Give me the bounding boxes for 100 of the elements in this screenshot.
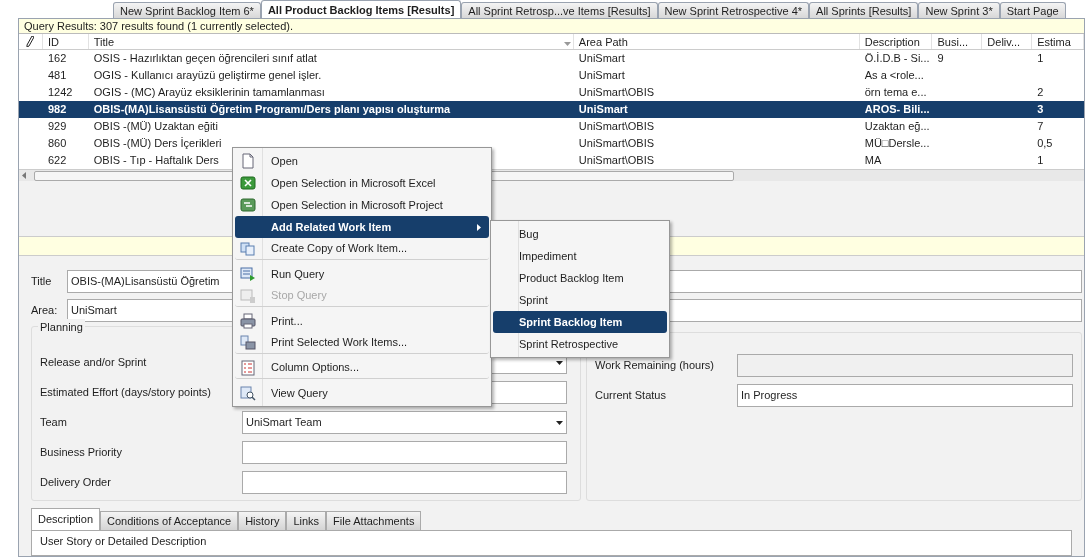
input-field[interactable] <box>242 471 567 494</box>
document-tab[interactable]: Start Page <box>999 2 1066 18</box>
table-cell[interactable]: UniSmart <box>578 52 625 64</box>
menu-item[interactable]: Column Options... <box>235 357 489 379</box>
table-cell[interactable]: 622 <box>47 154 67 166</box>
document-tab[interactable]: New Sprint Retrospective 4* <box>657 2 810 18</box>
menu-item[interactable]: Add Related Work Item <box>235 216 489 238</box>
column-header[interactable]: Deliv... <box>982 34 1033 49</box>
print-items-icon <box>240 334 256 351</box>
dropdown-arrow-icon <box>556 420 563 425</box>
table-cell[interactable]: 481 <box>47 69 67 81</box>
group-legend: Planning <box>38 319 85 336</box>
input-field[interactable] <box>242 441 567 464</box>
table-cell[interactable]: OGIS - (MC) Arayüz eksiklerinin tamamlanması <box>93 86 325 98</box>
document-tab[interactable]: All Product Backlog Items [Results] <box>260 0 462 18</box>
menu-item[interactable]: Open <box>235 150 489 172</box>
table-cell[interactable]: örn tema e... <box>864 86 927 98</box>
detail-tab[interactable]: File Attachments <box>326 511 422 530</box>
field-label: Estimated Effort (days/story points) <box>40 385 212 401</box>
menu-item[interactable]: Sprint Retrospective <box>493 333 667 355</box>
table-cell[interactable]: 1 <box>1037 52 1044 64</box>
menu-item[interactable]: Bug <box>493 223 667 245</box>
column-header[interactable]: Area Path <box>573 34 860 49</box>
pencil-icon <box>26 36 35 47</box>
table-cell[interactable]: 9 <box>937 52 944 64</box>
table-cell[interactable]: OGIS - Kullanıcı arayüzü geliştirme genel işler. <box>93 69 322 81</box>
query-status-bar: Query Results: 307 results found (1 currently selected). <box>19 19 1084 34</box>
table-cell[interactable] <box>19 101 43 118</box>
table-cell[interactable]: 929 <box>47 120 67 132</box>
table-cell[interactable]: UniSmart\OBIS <box>578 120 655 132</box>
table-cell[interactable]: OBIS-(MA)Lisansüstü Öğretim Programı/Ders planı yapısı oluşturma <box>88 101 574 118</box>
table-cell[interactable]: UniSmart\OBIS <box>578 137 655 149</box>
input-field[interactable]: In Progress <box>737 384 1073 407</box>
column-header[interactable]: Busi... <box>932 34 983 49</box>
spreadsheet-icon <box>240 175 256 191</box>
menu-item[interactable]: Sprint Backlog Item <box>493 311 667 333</box>
run-query-icon <box>240 266 256 282</box>
table-cell[interactable]: 0,5 <box>1037 137 1053 149</box>
field-label: Area: <box>31 302 59 318</box>
document-tab[interactable]: All Sprint Retrosp...ve Items [Results] <box>461 2 658 18</box>
field-label: Current Status <box>595 388 667 404</box>
dropdown-arrow-icon <box>556 360 563 365</box>
menu-item[interactable]: Impediment <box>493 245 667 267</box>
stop-query-icon <box>240 287 256 304</box>
table-cell[interactable]: 1242 <box>47 86 73 98</box>
scroll-left-icon[interactable] <box>22 172 26 179</box>
table-cell[interactable]: OSIS - Hazırlıktan geçen öğrencileri sınıf atlat <box>93 52 317 64</box>
table-cell[interactable]: Uzaktan eğ... <box>864 120 930 132</box>
field-label: Business Priority <box>40 445 123 461</box>
column-options-icon <box>240 359 256 376</box>
column-header[interactable]: Description <box>859 34 933 49</box>
menu-item[interactable]: Open Selection in Microsoft Project <box>235 194 489 216</box>
detail-tab[interactable]: Conditions of Acceptance <box>100 511 239 530</box>
field-label: Delivery Order <box>40 475 112 491</box>
table-cell[interactable]: 1 <box>1037 154 1044 166</box>
menu-item[interactable]: Print Selected Work Items... <box>235 332 489 354</box>
column-header[interactable]: Estima <box>1032 34 1084 49</box>
document-tab[interactable]: New Sprint Backlog Item 6* <box>113 2 261 18</box>
table-cell[interactable]: Ö.İ.D.B - Si... <box>864 52 930 64</box>
section-heading: User Story or Detailed Description <box>40 535 207 547</box>
table-cell[interactable]: As a <role... <box>864 69 924 81</box>
table-cell[interactable]: UniSmart\OBIS <box>578 154 655 166</box>
view-query-icon <box>240 385 256 401</box>
menu-item[interactable]: Product Backlog Item <box>493 267 667 289</box>
document-icon <box>240 153 256 169</box>
table-cell[interactable]: 2 <box>1037 86 1044 98</box>
detail-tab[interactable]: History <box>238 511 287 530</box>
field-label: Release and/or Sprint <box>40 355 148 371</box>
table-cell[interactable]: 7 <box>1037 120 1044 132</box>
sort-arrow-icon <box>564 42 571 46</box>
column-header[interactable]: ID <box>42 34 89 49</box>
field-label: Work Remaining (hours) <box>595 358 715 374</box>
menu-item[interactable]: View Query <box>235 382 489 404</box>
table-cell[interactable]: AROS- Bili... <box>859 101 933 118</box>
printer-icon <box>240 313 256 329</box>
detail-tab[interactable]: Links <box>286 511 327 530</box>
table-cell[interactable]: 982 <box>42 101 89 118</box>
table-cell[interactable]: OBIS -(MÜ) Ders İçerikleri <box>93 137 222 149</box>
menu-item[interactable]: Print... <box>235 310 489 332</box>
table-cell[interactable]: UniSmart\OBIS <box>578 86 655 98</box>
dropdown-field[interactable]: UniSmart Team <box>242 411 567 434</box>
table-cell[interactable]: UniSmart <box>578 69 625 81</box>
menu-item[interactable]: Open Selection in Microsoft Excel <box>235 172 489 194</box>
table-cell[interactable]: UniSmart <box>573 101 860 118</box>
table-cell[interactable]: OBIS -(MÜ) Uzaktan eğiti <box>93 120 218 132</box>
document-tab[interactable]: New Sprint 3* <box>918 2 1000 18</box>
document-tab[interactable]: All Sprints [Results] <box>809 2 919 18</box>
table-cell[interactable]: MÜ□Dersle... <box>864 137 930 149</box>
menu-item[interactable]: Create Copy of Work Item... <box>235 238 489 260</box>
table-cell[interactable]: 162 <box>47 52 67 64</box>
table-cell[interactable]: OBIS - Tıp - Haftalık Ders <box>93 154 219 166</box>
table-cell[interactable]: 3 <box>1032 101 1084 118</box>
table-cell[interactable]: MA <box>864 154 882 166</box>
detail-tab[interactable]: Description <box>31 508 101 530</box>
field-value: UniSmart Team <box>246 415 323 431</box>
field-label: Team <box>40 415 68 431</box>
field-label: Title <box>31 273 53 289</box>
copy-icon <box>240 240 256 257</box>
table-cell[interactable]: 860 <box>47 137 67 149</box>
project-icon <box>240 197 256 213</box>
